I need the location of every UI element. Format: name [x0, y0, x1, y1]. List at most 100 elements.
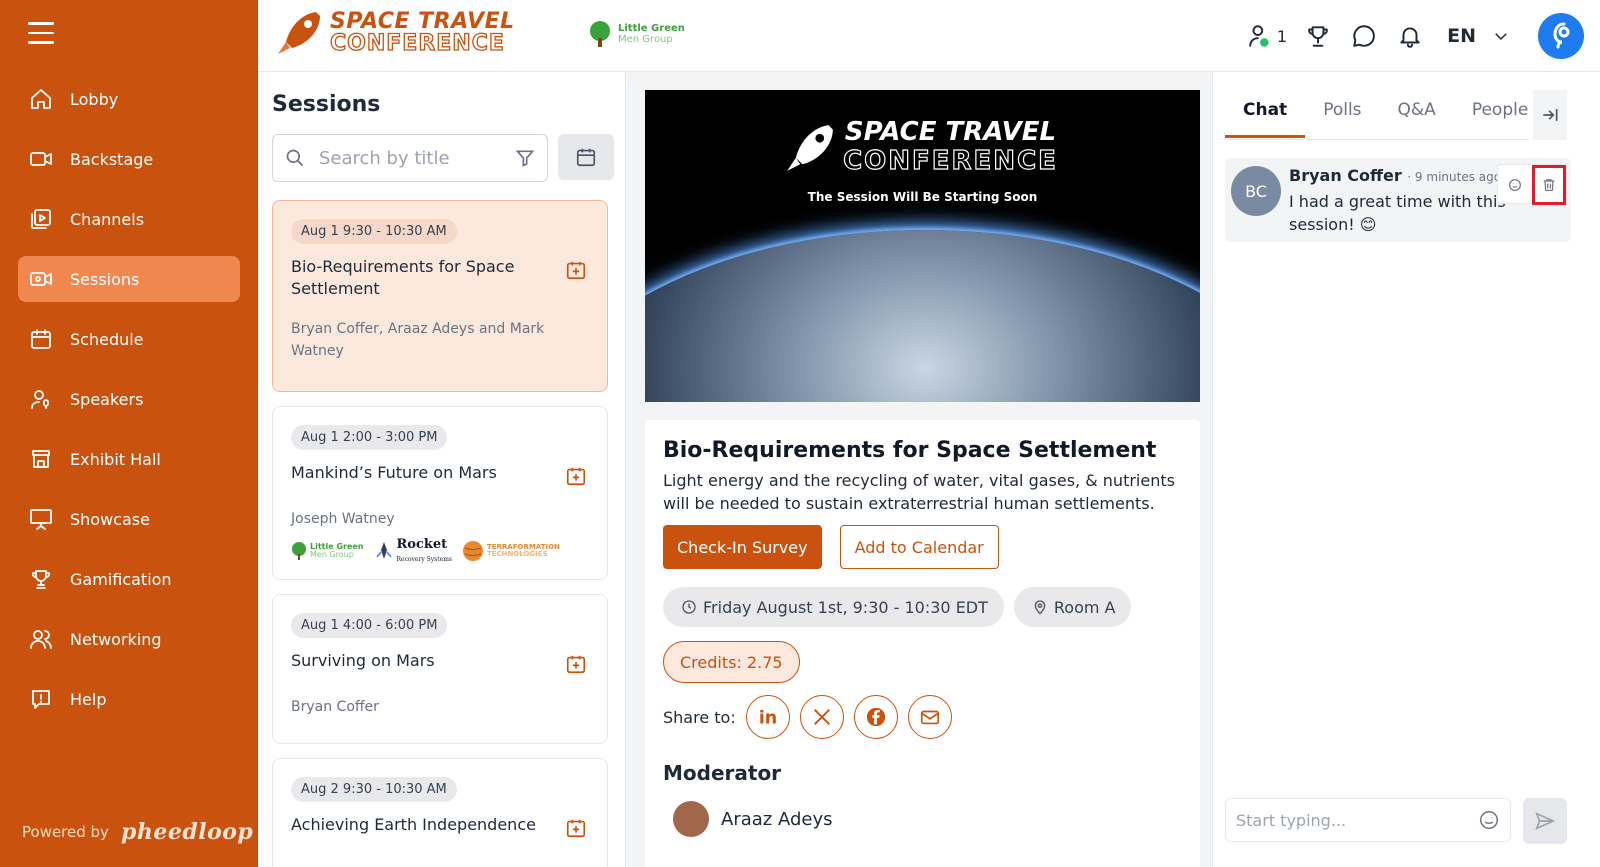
online-count: 1 [1276, 26, 1288, 46]
add-to-calendar-icon[interactable] [565, 653, 587, 675]
sidebar-item-speakers[interactable]: Speakers [18, 376, 240, 422]
sidebar-item-label: Exhibit Hall [70, 449, 161, 469]
presentation-icon [28, 506, 54, 532]
sidebar-item-gamification[interactable]: Gamification [18, 556, 240, 602]
sponsor-subname: Men Group [310, 550, 354, 559]
sidebar-item-label: Gamification [70, 569, 172, 589]
message-timestamp: · 9 minutes ago [1407, 170, 1502, 184]
calendar-view-button[interactable] [558, 134, 614, 180]
moderator-avatar [673, 801, 709, 837]
rocket-icon [278, 12, 320, 54]
delete-message-button[interactable] [1532, 165, 1566, 205]
pheedloop-mark-icon [1553, 22, 1570, 49]
sidebar-item-backstage[interactable]: Backstage [18, 136, 240, 182]
session-speakers: Bryan Coffer [291, 699, 379, 715]
sidebar-item-channels[interactable]: Channels [18, 196, 240, 242]
x-share-button[interactable] [799, 695, 844, 739]
session-sponsors: Little Green Men Group Rocket Recovery Sys… [291, 538, 589, 564]
datetime-chip: Friday August 1st, 9:30 - 10:30 EDT [663, 587, 1004, 627]
header-actions: 1 EN [1231, 12, 1584, 60]
video-subtitle: The Session Will Be Starting Soon [807, 190, 1038, 204]
moderator-row[interactable]: Araaz Adeys [663, 801, 1182, 837]
help-icon [28, 686, 54, 712]
session-card[interactable]: Aug 1 2:00 - 3:00 PM Mankind’s Future on… [272, 406, 608, 580]
sidebar-item-networking[interactable]: Networking [18, 616, 240, 662]
sidebar-item-exhibit-hall[interactable]: Exhibit Hall [18, 436, 240, 482]
add-to-calendar-icon[interactable] [565, 817, 587, 839]
tab-chat[interactable]: Chat [1225, 94, 1306, 138]
add-to-calendar-icon[interactable] [565, 465, 587, 487]
event-logo[interactable]: SPACE TRAVEL CONFERENCE [276, 8, 515, 58]
facebook-icon [866, 707, 885, 727]
session-card[interactable]: Aug 1 4:00 - 6:00 PM Surviving on Mars B… [272, 594, 608, 744]
send-button[interactable] [1523, 798, 1567, 844]
avatar: BC [1231, 166, 1281, 216]
video-player[interactable]: SPACE TRAVEL CONFERENCE The Session Will… [645, 90, 1200, 402]
chat-bubble-icon[interactable] [1349, 21, 1379, 51]
sidebar-item-showcase[interactable]: Showcase [18, 496, 240, 542]
trophy-icon [28, 566, 54, 592]
add-to-calendar-button[interactable]: Add to Calendar [839, 525, 999, 569]
message-author[interactable]: Bryan Coffer [1289, 166, 1402, 185]
chevron-down-icon [1495, 33, 1507, 41]
online-users-icon[interactable]: 1 [1247, 21, 1287, 51]
emoji-add-icon [1509, 179, 1521, 191]
user-avatar[interactable] [1538, 13, 1584, 59]
video-title: SPACE TRAVEL CONFERENCE [645, 118, 1200, 175]
session-card[interactable]: Aug 1 9:30 - 10:30 AM Bio-Requirements f… [272, 200, 608, 392]
language-selector[interactable]: EN [1447, 25, 1510, 47]
sponsor-terraformation[interactable]: TERRAFORMATION TECHNOLOGIES [462, 540, 560, 562]
sponsor-name: Rocket [396, 537, 448, 552]
emoji-icon[interactable] [1478, 809, 1500, 831]
session-title: Surviving on Mars [291, 651, 435, 670]
sidebar-item-lobby[interactable]: Lobby [18, 76, 240, 122]
tab-qa[interactable]: Q&A [1380, 94, 1454, 138]
channels-icon [28, 206, 54, 232]
sessions-panel: Sessions Aug 1 9:30 - 10:30 AM Bio-Requi… [258, 72, 626, 867]
earth-image [645, 230, 1200, 402]
search-box[interactable] [272, 134, 548, 182]
trophy-icon[interactable] [1303, 21, 1333, 51]
pheedloop-logo[interactable]: pheedloop [121, 819, 253, 845]
room-chip: Room A [1013, 587, 1132, 627]
search-input[interactable] [319, 147, 499, 169]
sidebar: Lobby Backstage Channels Sessions Schedu… [0, 0, 258, 867]
linkedin-share-button[interactable]: in [745, 695, 790, 739]
filter-icon[interactable] [515, 148, 535, 168]
menu-icon[interactable] [28, 22, 54, 44]
email-share-button[interactable] [907, 695, 952, 739]
video-title-line2: CONFERENCE [842, 145, 1058, 176]
sponsor-rocket-recovery[interactable]: Rocket Recovery Systems [374, 538, 452, 564]
add-reaction-button[interactable] [1498, 165, 1532, 205]
send-icon [1535, 812, 1556, 830]
collapse-panel-button[interactable] [1533, 90, 1567, 140]
share-label: Share to: [663, 707, 736, 727]
linkedin-icon: in [759, 708, 777, 728]
chat-composer [1225, 798, 1511, 842]
sidebar-item-help[interactable]: Help [18, 676, 240, 722]
logo-line1: SPACE TRAVEL [330, 9, 515, 34]
bell-icon[interactable] [1395, 21, 1425, 51]
checkin-survey-button[interactable]: Check-In Survey [663, 525, 822, 569]
logo-line2: CONFERENCE [329, 31, 505, 56]
language-label: EN [1447, 25, 1476, 47]
sidebar-item-schedule[interactable]: Schedule [18, 316, 240, 362]
sidebar-item-label: Lobby [70, 89, 119, 109]
sponsor-logo-little-green[interactable]: Little Green Men Group [588, 20, 685, 48]
facebook-share-button[interactable] [853, 695, 898, 739]
chat-panel: Chat Polls Q&A People BC Bryan Coffer · … [1212, 72, 1600, 867]
tab-polls[interactable]: Polls [1305, 94, 1379, 138]
search-icon [286, 149, 304, 167]
sponsor-little-green[interactable]: Little Green Men Group [291, 541, 364, 561]
x-icon [813, 709, 830, 725]
add-to-calendar-icon[interactable] [565, 259, 587, 281]
chat-input[interactable] [1236, 810, 1478, 830]
session-title: Achieving Earth Independence [291, 815, 536, 834]
collapse-right-icon [1543, 109, 1558, 121]
session-meta: Friday August 1st, 9:30 - 10:30 EDT Room… [663, 587, 1182, 627]
share-row: Share to: in [663, 695, 1182, 739]
session-card[interactable]: Aug 2 9:30 - 10:30 AM Achieving Earth In… [272, 758, 608, 867]
sidebar-item-sessions[interactable]: Sessions [18, 256, 240, 302]
message-text: I had a great time with this session! 😊 [1289, 192, 1506, 234]
chat-message: BC Bryan Coffer · 9 minutes ago I had a … [1225, 158, 1571, 242]
